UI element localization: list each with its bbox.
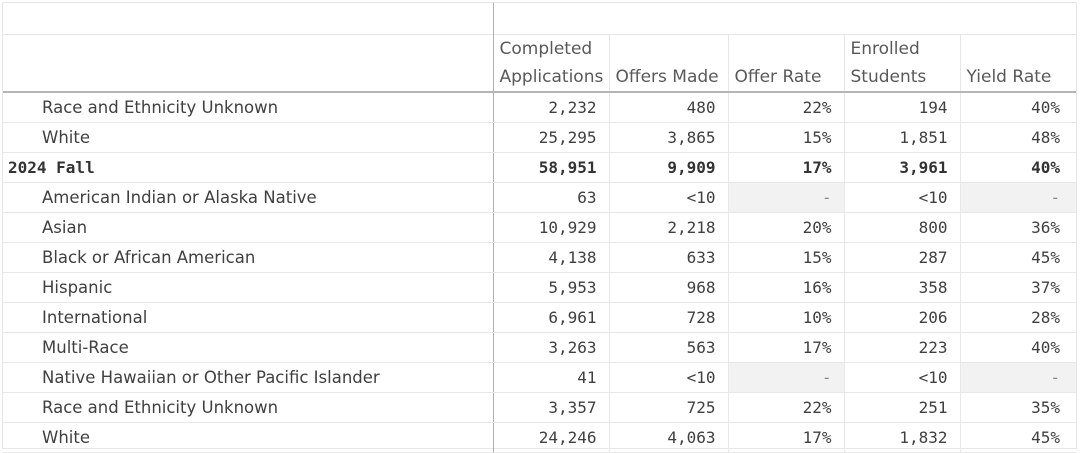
cell-yield-rate[interactable]: 40%	[959, 152, 1077, 183]
cell-offers-made[interactable]: 633	[608, 242, 728, 273]
cell-enrolled-students[interactable]: 1,832	[843, 422, 960, 453]
cell-completed-applications[interactable]: 4,138	[493, 242, 609, 273]
row-label[interactable]: Race and Ethnicity Unknown	[3, 92, 494, 123]
cell-yield-rate[interactable]: 36%	[959, 212, 1077, 243]
row-label[interactable]: White	[3, 422, 494, 453]
cell-enrolled-students[interactable]: 206	[843, 302, 960, 333]
table-row[interactable]: Native Hawaiian or Other Pacific Islande…	[3, 362, 1077, 393]
row-label[interactable]: Race and Ethnicity Unknown	[3, 392, 494, 423]
table-row[interactable]: Multi-Race 3,263 563 17% 223 40%	[3, 332, 1077, 363]
header-offers-made[interactable]: Offers Made	[608, 33, 728, 93]
cell-yield-rate[interactable]: 28%	[959, 302, 1077, 333]
cell-offer-rate[interactable]: 22%	[727, 92, 844, 123]
cell-enrolled-students[interactable]: 1,851	[843, 122, 960, 153]
header-dimension-cell	[3, 33, 494, 93]
cell-enrolled-students[interactable]: 800	[843, 212, 960, 243]
row-label[interactable]: Hispanic	[3, 272, 494, 303]
cell-completed-applications[interactable]: 3,357	[493, 392, 609, 423]
header-band	[3, 3, 1076, 34]
cell-yield-rate[interactable]: 48%	[959, 122, 1077, 153]
cell-offers-made[interactable]: 2,218	[608, 212, 728, 243]
cell-yield-rate[interactable]: 40%	[959, 92, 1077, 123]
table-row[interactable]: American Indian or Alaska Native 63 <10- <1…	[3, 182, 1077, 213]
cell-offers-made[interactable]: 3,865	[608, 122, 728, 153]
cell-offers-made[interactable]: 4,063	[608, 422, 728, 453]
header-enrolled-students[interactable]: Enrolled Students	[843, 33, 960, 93]
cell-enrolled-students[interactable]: <10	[843, 182, 960, 213]
cell-offers-made[interactable]: 728	[608, 302, 728, 333]
table-row[interactable]: Race and Ethnicity Unknown 2,232 480 22% 194…	[3, 92, 1077, 123]
table-row[interactable]: Asian 10,929 2,218 20% 800 36%	[3, 212, 1077, 243]
cell-offer-rate[interactable]: 17%	[727, 152, 844, 183]
cell-offer-rate[interactable]: 17%	[727, 332, 844, 363]
row-label[interactable]: Multi-Race	[3, 332, 494, 363]
cell-yield-rate[interactable]: 40%	[959, 332, 1077, 363]
cell-offers-made[interactable]: 563	[608, 332, 728, 363]
cell-completed-applications[interactable]: 41	[493, 362, 609, 393]
cell-enrolled-students[interactable]: 223	[843, 332, 960, 363]
data-table: Completed Applications Offers Made Offer…	[3, 3, 1077, 453]
cell-completed-applications[interactable]: 2,232	[493, 92, 609, 123]
cell-completed-applications[interactable]: 25,295	[493, 122, 609, 153]
row-label[interactable]: International	[3, 302, 494, 333]
cell-completed-applications[interactable]: 5,953	[493, 272, 609, 303]
cell-offers-made[interactable]: <10	[608, 362, 728, 393]
cell-completed-applications[interactable]: 58,951	[493, 152, 609, 183]
cell-enrolled-students[interactable]: 358	[843, 272, 960, 303]
cell-yield-rate[interactable]: -	[959, 182, 1077, 213]
cell-offer-rate[interactable]: 17%	[727, 422, 844, 453]
cell-yield-rate[interactable]: 45%	[959, 422, 1077, 453]
cell-enrolled-students[interactable]: 287	[843, 242, 960, 273]
cell-offers-made[interactable]: <10	[608, 182, 728, 213]
table-group-row[interactable]: 2024 Fall 58,951 9,909 17% 3,961 40%	[3, 152, 1077, 183]
row-label[interactable]: Black or African American	[3, 242, 494, 273]
cell-completed-applications[interactable]: 24,246	[493, 422, 609, 453]
row-label[interactable]: American Indian or Alaska Native	[3, 182, 494, 213]
table-row[interactable]: Race and Ethnicity Unknown 3,357 725 22% 251…	[3, 392, 1077, 423]
table-row[interactable]: International 6,961 728 10% 206 28%	[3, 302, 1077, 333]
table-row[interactable]: White 24,246 4,063 17% 1,832 45%	[3, 422, 1077, 453]
cell-enrolled-students[interactable]: 3,961	[843, 152, 960, 183]
cell-offers-made[interactable]: 968	[608, 272, 728, 303]
column-header-row: Completed Applications Offers Made Offer…	[3, 33, 1077, 93]
cell-offer-rate[interactable]: 15%	[727, 122, 844, 153]
header-offer-rate[interactable]: Offer Rate	[727, 33, 844, 93]
cell-yield-rate[interactable]: 37%	[959, 272, 1077, 303]
row-label[interactable]: Asian	[3, 212, 494, 243]
cell-offers-made[interactable]: 725	[608, 392, 728, 423]
table-row[interactable]: White 25,295 3,865 15% 1,851 48%	[3, 122, 1077, 153]
cell-enrolled-students[interactable]: 251	[843, 392, 960, 423]
cell-offer-rate[interactable]: 22%	[727, 392, 844, 423]
row-label[interactable]: White	[3, 122, 494, 153]
cell-completed-applications[interactable]: 10,929	[493, 212, 609, 243]
group-label[interactable]: 2024 Fall	[3, 152, 494, 183]
cell-completed-applications[interactable]: 6,961	[493, 302, 609, 333]
cell-enrolled-students[interactable]: <10	[843, 362, 960, 393]
cell-offer-rate[interactable]: 10%	[727, 302, 844, 333]
cell-completed-applications[interactable]: 63	[493, 182, 609, 213]
cell-offer-rate[interactable]: 16%	[727, 272, 844, 303]
header-completed-applications[interactable]: Completed Applications	[493, 33, 609, 93]
cell-yield-rate[interactable]: -	[959, 362, 1077, 393]
cell-yield-rate[interactable]: 35%	[959, 392, 1077, 423]
cell-offer-rate[interactable]: -	[727, 182, 844, 213]
cell-completed-applications[interactable]: 3,263	[493, 332, 609, 363]
cell-yield-rate[interactable]: 45%	[959, 242, 1077, 273]
header-yield-rate[interactable]: Yield Rate	[959, 33, 1077, 93]
cell-enrolled-students[interactable]: 194	[843, 92, 960, 123]
cell-offer-rate[interactable]: 15%	[727, 242, 844, 273]
table-row[interactable]: Black or African American 4,138 633 15% 287 4…	[3, 242, 1077, 273]
row-label[interactable]: Native Hawaiian or Other Pacific Islande…	[3, 362, 494, 393]
cell-offers-made[interactable]: 9,909	[608, 152, 728, 183]
table-body: Race and Ethnicity Unknown 2,232 480 22% 194…	[3, 92, 1077, 453]
table-row[interactable]: Hispanic 5,953 968 16% 358 37%	[3, 272, 1077, 303]
cell-offer-rate[interactable]: 20%	[727, 212, 844, 243]
cell-offers-made[interactable]: 480	[608, 92, 728, 123]
cell-offer-rate[interactable]: -	[727, 362, 844, 393]
